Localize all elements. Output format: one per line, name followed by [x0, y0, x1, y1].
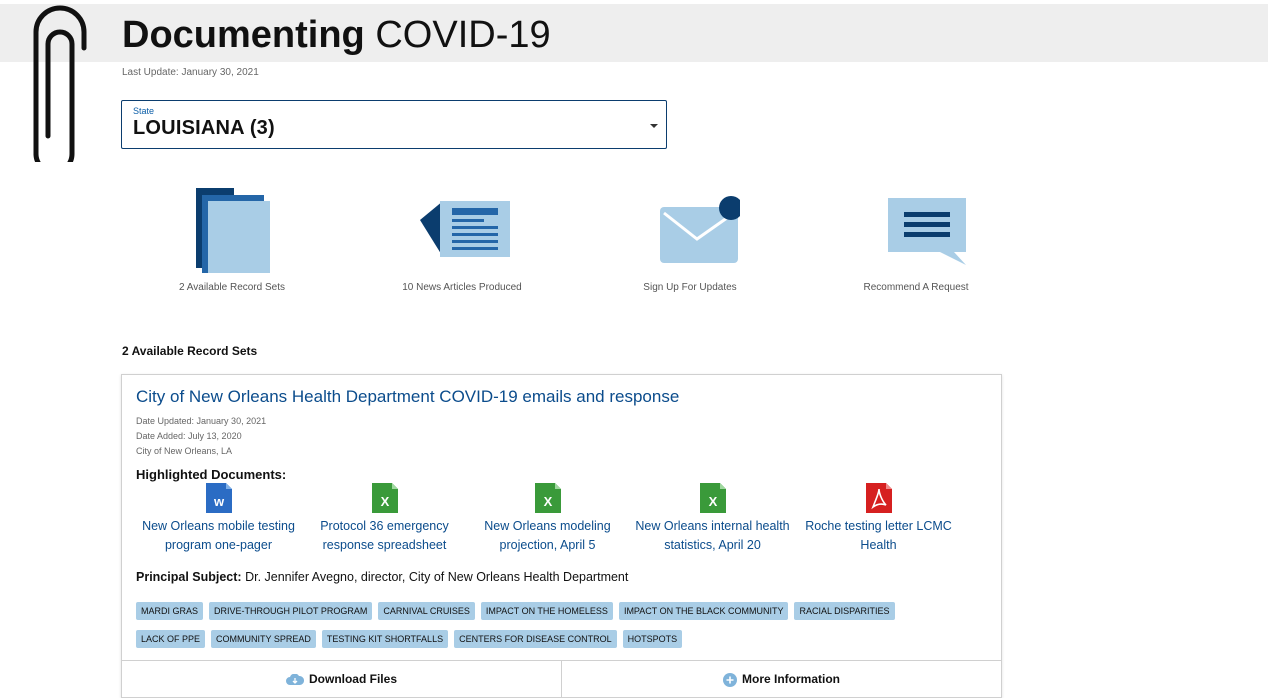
tag[interactable]: COMMUNITY SPREAD — [211, 630, 316, 648]
state-select[interactable]: State LOUISIANA (3) — [121, 100, 667, 149]
plus-circle-icon — [723, 672, 737, 687]
record-set-title-link[interactable]: City of New Orleans Health Department CO… — [136, 387, 679, 407]
tile-caption: Recommend A Request — [863, 282, 969, 293]
tag[interactable]: IMPACT ON THE HOMELESS — [480, 602, 613, 620]
paperclip-logo-icon — [33, 5, 87, 162]
tag[interactable]: CARNIVAL CRUISES — [378, 602, 475, 620]
agency-name: City of New Orleans, LA — [136, 446, 233, 456]
cloud-download-icon — [285, 673, 305, 685]
state-select-value: LOUISIANA (3) — [133, 117, 275, 139]
record-sets-icon — [196, 188, 270, 273]
page-title: Documenting COVID-19 — [122, 12, 551, 58]
news-articles-icon — [420, 201, 510, 257]
tag[interactable]: DRIVE-THROUGH PILOT PROGRAM — [209, 602, 373, 620]
svg-text:X: X — [380, 494, 389, 509]
tile-caption: 2 Available Record Sets — [179, 282, 285, 293]
svg-text:w: w — [212, 494, 224, 509]
excel-icon: X — [699, 483, 726, 513]
tag[interactable]: TESTING KIT SHORTFALLS — [321, 630, 449, 648]
document-link[interactable]: Roche testing letter LCMC Health — [796, 483, 961, 555]
download-files-button[interactable]: Download Files — [122, 661, 562, 698]
date-updated: Date Updated: January 30, 2021 — [136, 416, 267, 426]
tile-recommend-request[interactable]: Recommend A Request — [806, 180, 1026, 300]
tile-caption: Sign Up For Updates — [643, 282, 737, 293]
caret-down-icon — [650, 124, 658, 128]
word-icon: w — [205, 483, 232, 513]
tile-record-sets[interactable]: 2 Available Record Sets — [122, 180, 342, 300]
section-heading: 2 Available Record Sets — [122, 344, 258, 358]
principal-subject-label: Principal Subject: — [136, 570, 242, 584]
page-title-bold: Documenting — [122, 14, 365, 56]
document-link[interactable]: w New Orleans mobile testing program one… — [136, 483, 301, 555]
tile-sign-up[interactable]: Sign Up For Updates — [580, 180, 800, 300]
principal-subject: Principal Subject: Dr. Jennifer Avegno, … — [136, 570, 628, 584]
document-link[interactable]: X Protocol 36 emergency response spreads… — [302, 483, 467, 555]
svg-text:X: X — [708, 494, 717, 509]
pdf-icon — [865, 483, 892, 513]
document-name: New Orleans internal health statistics, … — [635, 519, 790, 552]
document-link[interactable]: X New Orleans internal health statistics… — [630, 483, 795, 555]
tag[interactable]: IMPACT ON THE BLACK COMMUNITY — [618, 602, 789, 620]
tag[interactable]: LACK OF PPE — [136, 630, 206, 648]
excel-icon: X — [534, 483, 561, 513]
more-information-button[interactable]: More Information — [562, 661, 1001, 698]
document-link[interactable]: X New Orleans modeling projection, April… — [465, 483, 630, 555]
tile-news-articles[interactable]: 10 News Articles Produced — [352, 180, 572, 300]
tag-list: MARDI GRAS DRIVE-THROUGH PILOT PROGRAM CAR… — [136, 601, 996, 657]
page-title-light: COVID-19 — [375, 14, 551, 56]
record-set-card: City of New Orleans Health Department CO… — [121, 374, 1002, 698]
last-update-text: Last Update: January 30, 2021 — [122, 67, 259, 78]
principal-subject-value: Dr. Jennifer Avegno, director, City of N… — [245, 570, 629, 584]
document-name: Protocol 36 emergency response spreadshe… — [320, 519, 449, 552]
tag[interactable]: CENTERS FOR DISEASE CONTROL — [454, 630, 617, 648]
tag[interactable]: RACIAL DISPARITIES — [794, 602, 895, 620]
document-name: Roche testing letter LCMC Health — [805, 519, 952, 552]
card-footer: Download Files More Information — [122, 660, 1001, 698]
document-name: New Orleans modeling projection, April 5 — [484, 519, 611, 552]
highlighted-documents-label: Highlighted Documents: — [136, 467, 287, 482]
tag[interactable]: HOTSPOTS — [622, 630, 683, 648]
svg-text:X: X — [543, 494, 552, 509]
document-name: New Orleans mobile testing program one-p… — [142, 519, 295, 552]
more-information-label: More Information — [742, 672, 840, 686]
tile-caption: 10 News Articles Produced — [402, 282, 522, 293]
excel-icon: X — [371, 483, 398, 513]
tag[interactable]: MARDI GRAS — [136, 602, 204, 620]
date-added: Date Added: July 13, 2020 — [136, 431, 242, 441]
state-select-label: State — [133, 106, 155, 116]
chat-bubble-icon — [888, 198, 966, 265]
download-files-label: Download Files — [308, 672, 397, 686]
envelope-icon — [660, 196, 740, 263]
